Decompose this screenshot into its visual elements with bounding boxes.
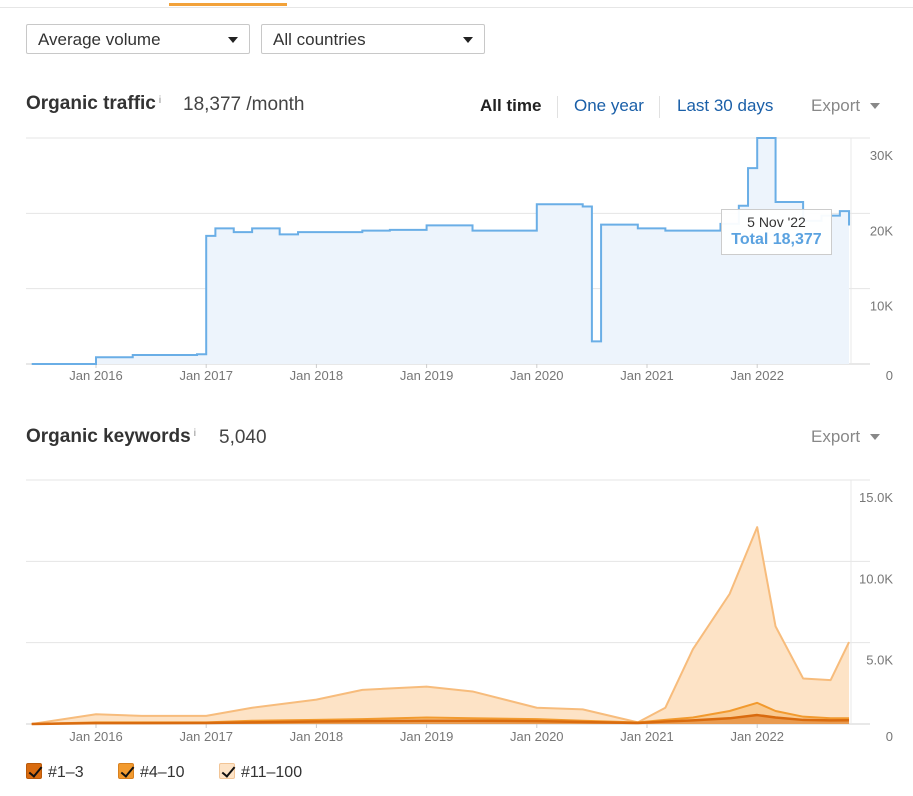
keywords-chart[interactable]: 15.0K 10.0K 5.0K 0 Jan 2016 Jan 2017 Jan 2018 J… xyxy=(26,479,893,744)
x-tick-label: Jan 2019 xyxy=(400,368,454,383)
tooltip-date: 5 Nov '22 xyxy=(747,214,806,230)
y-tick-label: 5.0K xyxy=(866,653,893,668)
checkbox-icon[interactable] xyxy=(26,762,43,779)
y-tick-label: 30K xyxy=(870,148,893,163)
traffic-chart[interactable]: 30K 20K 10K 0 Jan 2016 Jan 2017 Jan 2018 Jan 20… xyxy=(26,137,893,383)
x-tick-label: Jan 2017 xyxy=(179,368,233,383)
x-tick-label: Jan 2018 xyxy=(290,729,344,744)
legend-label: #4–10 xyxy=(140,764,185,781)
legend-label: #11–100 xyxy=(241,764,303,781)
x-tick-label: Jan 2020 xyxy=(510,729,564,744)
x-tick-label: Jan 2021 xyxy=(620,368,674,383)
legend-item-4-10[interactable]: #4–10 xyxy=(118,762,185,782)
series-11-100-area xyxy=(31,527,850,724)
legend-item-11-100[interactable]: #11–100 xyxy=(219,762,303,782)
x-tick-label: Jan 2017 xyxy=(179,729,233,744)
x-tick-label: Jan 2022 xyxy=(730,368,784,383)
y-tick-label: 10.0K xyxy=(859,571,893,586)
checkbox-icon[interactable] xyxy=(118,762,135,779)
checkbox-icon[interactable] xyxy=(219,762,236,779)
traffic-tooltip: 5 Nov '22 Total 18,377 xyxy=(721,209,832,255)
y-tick-label: 10K xyxy=(870,299,893,314)
x-tick-label: Jan 2019 xyxy=(400,729,454,744)
y-tick-label: 0 xyxy=(886,368,893,383)
y-tick-label: 20K xyxy=(870,223,893,238)
x-tick-label: Jan 2020 xyxy=(510,368,564,383)
legend-label: #1–3 xyxy=(48,764,84,781)
tooltip-total: Total 18,377 xyxy=(731,231,822,248)
x-tick-label: Jan 2016 xyxy=(69,368,123,383)
legend-item-top3[interactable]: #1–3 xyxy=(26,762,84,782)
charts-canvas: 30K 20K 10K 0 Jan 2016 Jan 2017 Jan 2018 Jan 20… xyxy=(26,137,893,744)
y-tick-label: 0 xyxy=(886,729,893,744)
x-tick-label: Jan 2021 xyxy=(620,729,674,744)
x-tick-label: Jan 2018 xyxy=(290,368,344,383)
x-tick-label: Jan 2022 xyxy=(730,729,784,744)
y-tick-label: 15.0K xyxy=(859,490,893,505)
x-tick-label: Jan 2016 xyxy=(69,729,123,744)
